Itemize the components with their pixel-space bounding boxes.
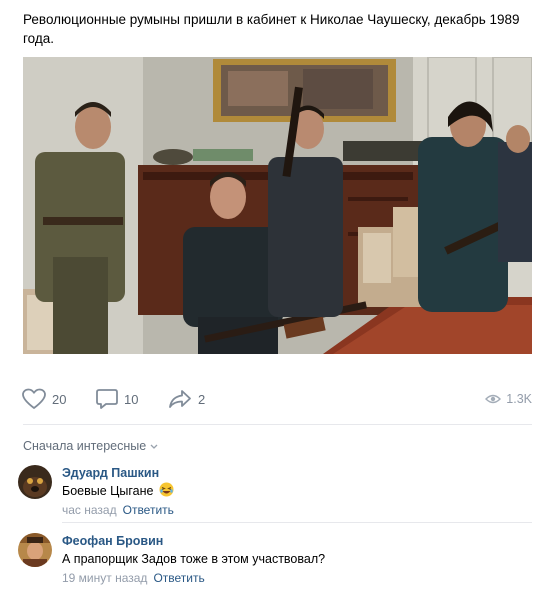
comment-button[interactable]: 10 <box>96 388 138 410</box>
comment-text-content: Боевые Цыгане <box>62 484 154 498</box>
like-button[interactable]: 20 <box>22 388 66 410</box>
comment-author[interactable]: Эдуард Пашкин <box>62 465 522 481</box>
heart-icon <box>22 388 46 409</box>
post-actions-bar: 20 10 2 1.3K <box>0 378 553 422</box>
share-button[interactable]: 2 <box>168 388 205 410</box>
share-arrow-icon <box>169 390 191 408</box>
avatar[interactable] <box>18 465 52 499</box>
share-count: 2 <box>198 391 206 407</box>
views-count: 1.3K <box>506 392 532 406</box>
laughing-emoji-icon <box>159 482 174 497</box>
post-card: Революционные румыны пришли в кабинет к … <box>0 0 553 591</box>
views-counter: 1.3K <box>485 392 532 406</box>
reply-link[interactable]: Ответить <box>123 503 174 517</box>
avatar-image <box>18 533 52 567</box>
comment-meta: 19 минут назад Ответить <box>62 570 522 586</box>
post-text: Революционные румыны пришли в кабинет к … <box>23 12 520 46</box>
eye-icon <box>485 394 502 404</box>
comment-time[interactable]: час назад <box>62 503 117 517</box>
comments-sort-dropdown[interactable]: Сначала интересные <box>23 439 158 453</box>
comment-text: Боевые Цыгане <box>62 482 522 500</box>
chevron-down-icon <box>150 444 158 449</box>
avatar-image <box>18 465 52 499</box>
comment-meta: час назад Ответить <box>62 502 522 518</box>
comment-time[interactable]: 19 минут назад <box>62 571 147 585</box>
comment-text: А прапорщик Задов тоже в этом участвовал… <box>62 552 326 566</box>
divider <box>23 424 532 425</box>
comment-author[interactable]: Феофан Бровин <box>62 533 522 549</box>
sort-label: Сначала интересные <box>23 439 147 453</box>
reply-link[interactable]: Ответить <box>153 571 204 585</box>
photo-illustration <box>23 57 532 354</box>
post-photo[interactable] <box>23 57 532 354</box>
like-count: 20 <box>52 391 67 407</box>
comment-icon <box>96 389 118 409</box>
avatar[interactable] <box>18 533 52 567</box>
comment-count: 10 <box>124 391 139 407</box>
divider <box>62 522 532 523</box>
